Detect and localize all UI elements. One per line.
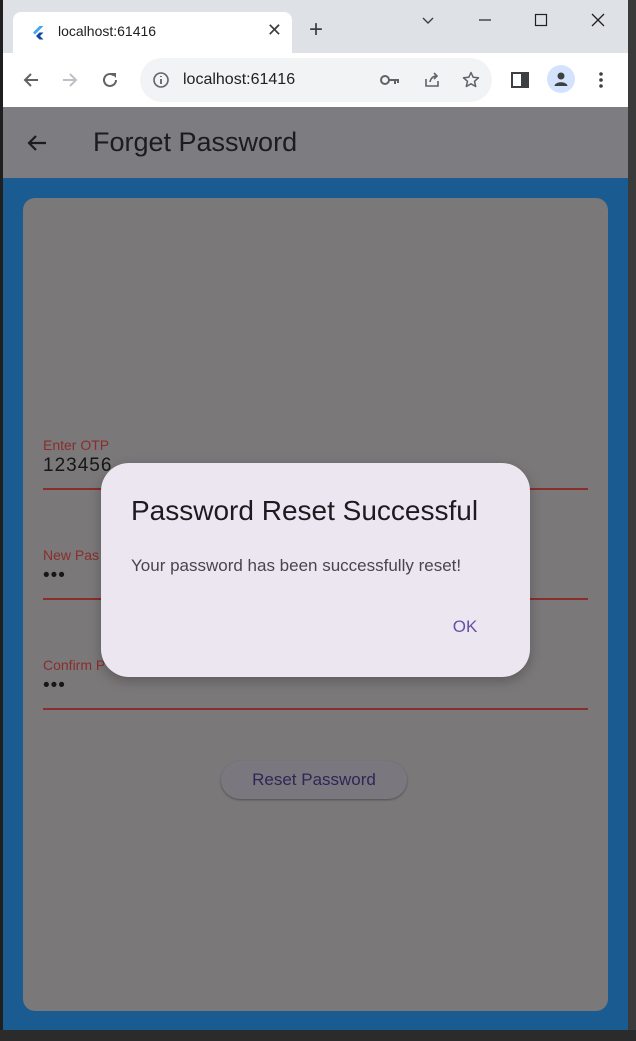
app-bar: Forget Password [3,107,628,178]
confirm-password-value: ••• [43,675,66,696]
reload-icon[interactable] [99,69,121,91]
key-icon[interactable] [380,70,400,90]
share-icon[interactable] [422,70,442,90]
new-tab-button[interactable]: + [309,18,323,42]
window-edge [628,0,636,1041]
otp-label: Enter OTP [43,437,110,453]
more-menu-icon[interactable] [590,69,612,91]
window-bottom-edge [0,1030,636,1041]
browser-toolbar: localhost:61416 [3,53,628,107]
close-window-icon[interactable] [583,8,613,32]
confirm-password-underline [43,708,588,710]
success-dialog: Password Reset Successful Your password … [101,463,530,677]
page-title: Forget Password [93,127,298,157]
browser-tab[interactable]: localhost:61416 ✕ [13,12,292,53]
app-back-icon[interactable] [25,131,49,160]
dialog-message: Your password has been successfully rese… [131,556,462,575]
side-panel-icon[interactable] [509,69,531,91]
tab-title: localhost:61416 [58,23,157,39]
flutter-icon [33,26,44,40]
minimize-icon[interactable] [470,8,500,32]
url-text: localhost:61416 [183,71,296,88]
reset-password-button[interactable]: Reset Password [221,761,407,799]
maximize-icon[interactable] [526,8,556,32]
forward-icon[interactable] [59,69,81,91]
site-info-icon[interactable] [152,71,170,89]
tab-search-icon[interactable] [413,8,443,32]
ok-button[interactable]: OK [441,609,489,645]
back-icon[interactable] [20,69,42,91]
address-bar[interactable]: localhost:61416 [140,58,492,102]
star-icon[interactable] [461,70,481,90]
dialog-title: Password Reset Successful [131,495,479,526]
tab-close-icon[interactable]: ✕ [267,20,282,41]
profile-avatar-icon[interactable] [547,65,575,93]
